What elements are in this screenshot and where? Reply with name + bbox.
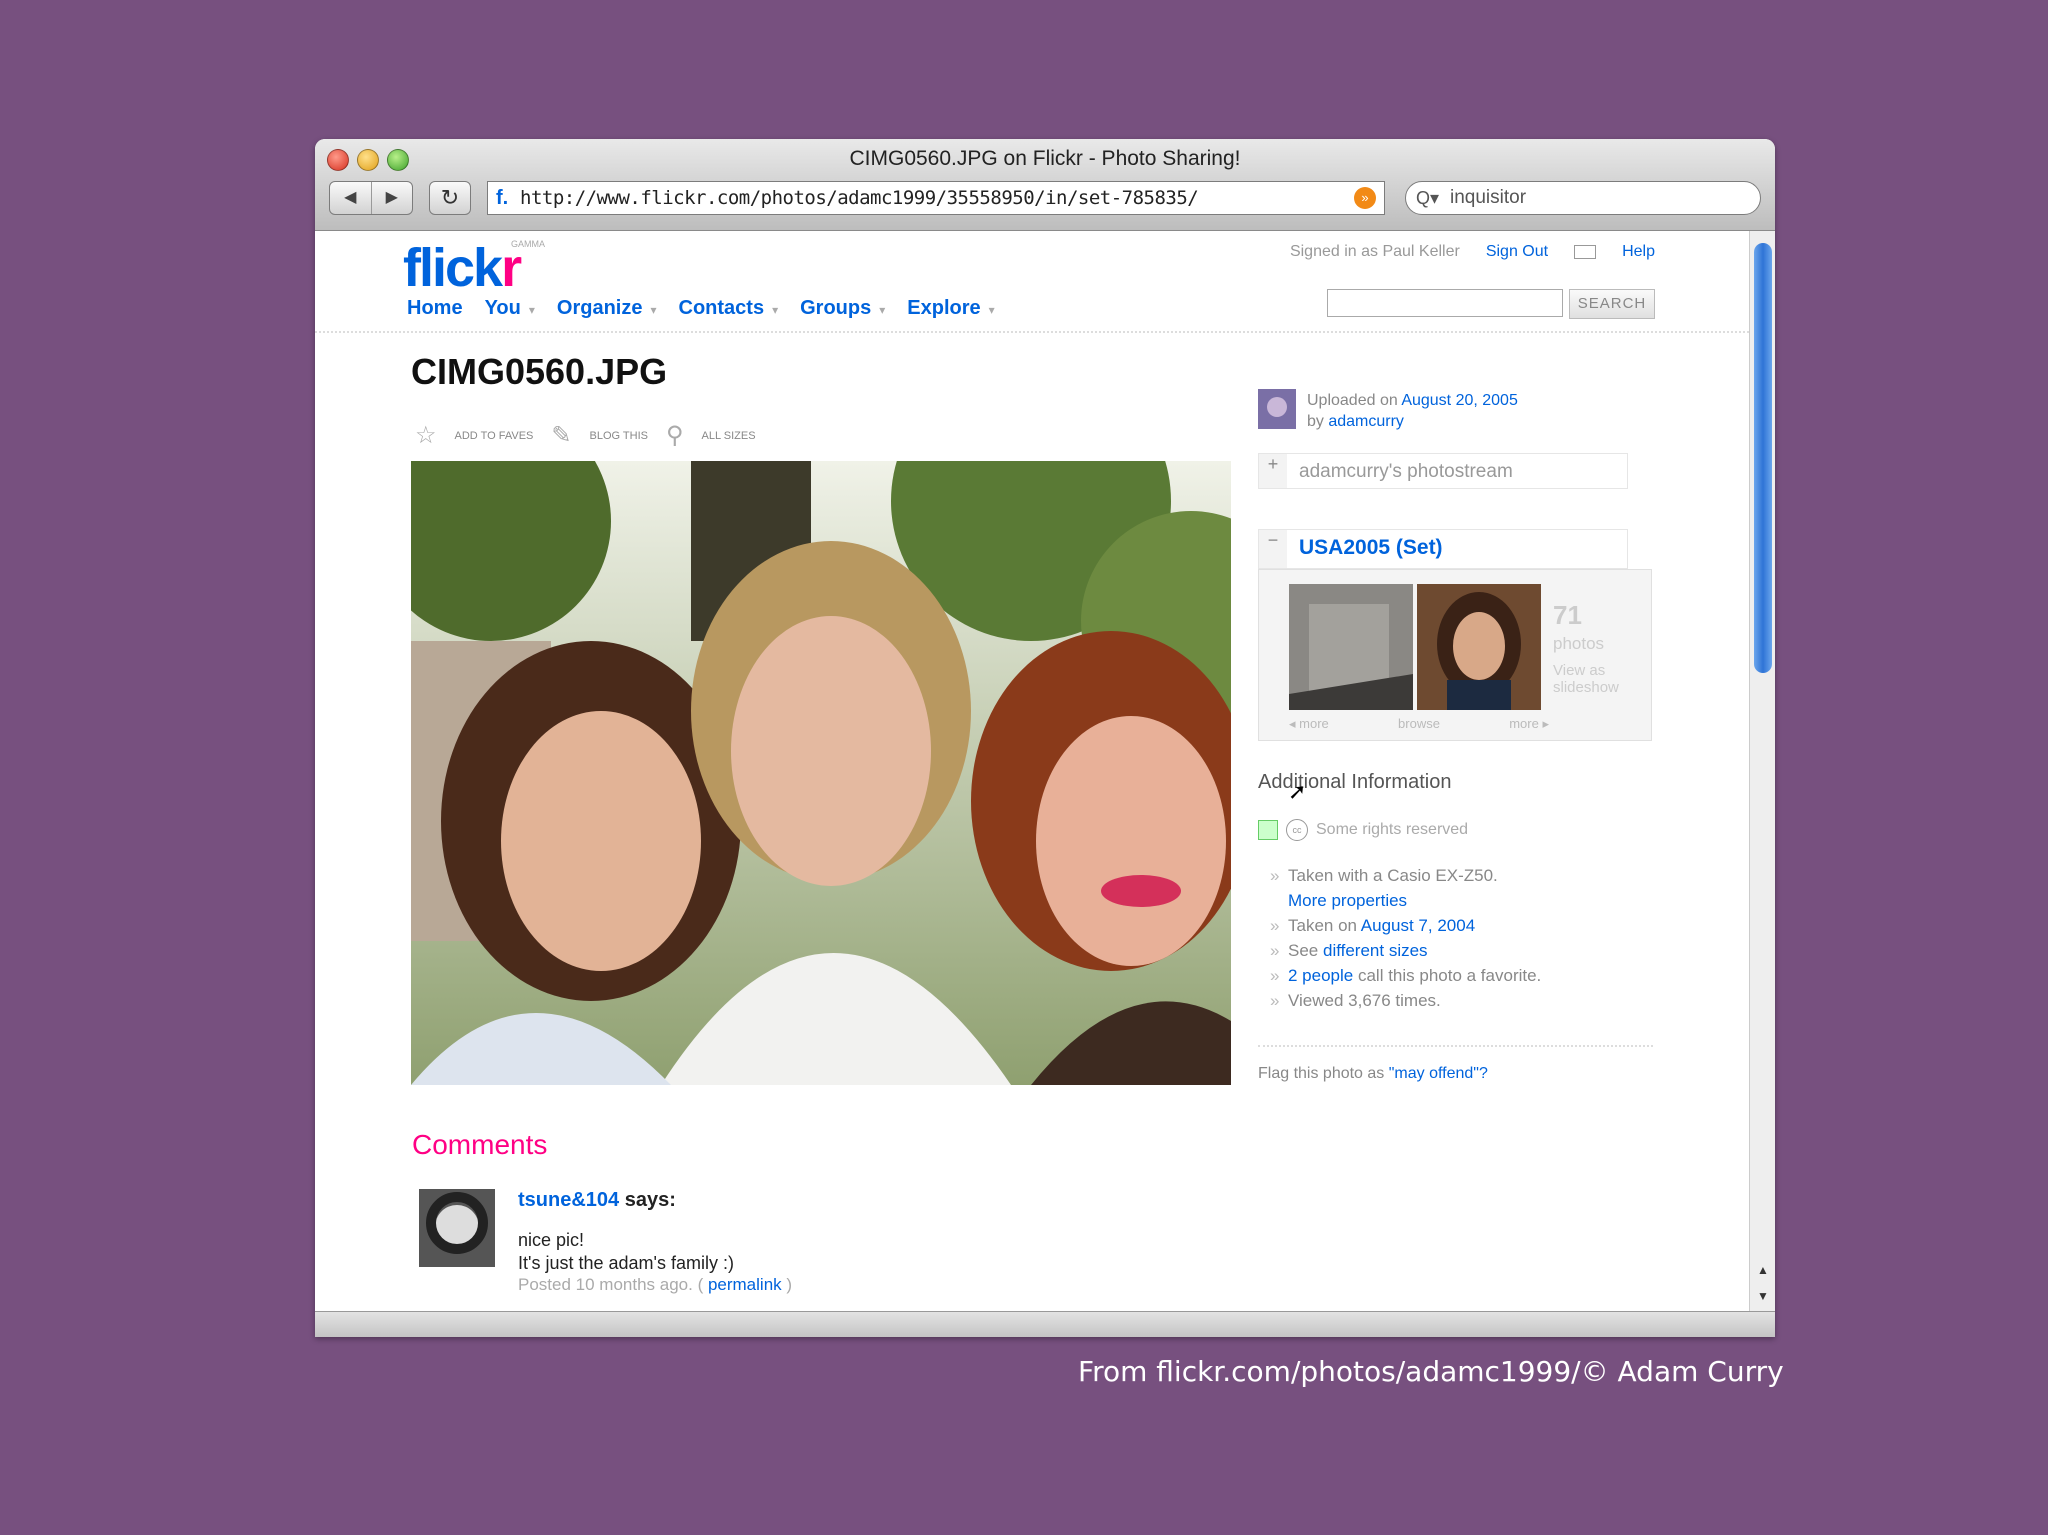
chevron-down-icon[interactable]: ▾	[989, 303, 995, 317]
browser-search-input[interactable]	[1450, 187, 1730, 209]
set-nav: ◂ more browse more ▸	[1289, 716, 1549, 732]
favicon-icon: f.	[496, 186, 509, 209]
photo-tools: ☆ ADD TO FAVES ✎ BLOG THIS ⚲ ALL SIZES	[415, 421, 756, 450]
set-thumb-prev[interactable]	[1289, 584, 1413, 710]
comments-heading: Comments	[412, 1129, 548, 1160]
different-sizes-link[interactable]: different sizes	[1323, 941, 1428, 960]
comment-body: nice pic! It's just the adam's family :)	[518, 1230, 734, 1273]
url-text[interactable]: http://www.flickr.com/photos/adamc1999/3…	[520, 187, 1354, 209]
flickr-logo[interactable]: flickr	[403, 237, 522, 299]
list-item: See different sizes	[1270, 938, 1541, 963]
window-title: CIMG0560.JPG on Flickr - Photo Sharing!	[849, 147, 1241, 170]
chevron-down-icon[interactable]: ▾	[529, 303, 535, 317]
photostream-label[interactable]: adamcurry's photostream	[1299, 461, 1513, 483]
page-content: flickr GAMMA Signed in as Paul Keller Si…	[315, 231, 1749, 1311]
nav-item-contacts[interactable]: Contacts ▾	[679, 297, 779, 320]
browser-window: CIMG0560.JPG on Flickr - Photo Sharing! …	[315, 139, 1775, 1337]
set-box[interactable]: − USA2005 (Set)	[1258, 529, 1628, 569]
list-item: 2 people call this photo a favorite.	[1270, 963, 1541, 988]
mail-icon[interactable]	[1574, 245, 1597, 259]
flag-line: Flag this photo as "may offend"?	[1258, 1065, 1488, 1082]
upload-info: Uploaded on August 20, 2005 by adamcurry	[1307, 392, 1518, 430]
logo-gamma-label: GAMMA	[511, 239, 546, 249]
mouse-cursor-icon: ➚	[1288, 779, 1307, 804]
sign-out-link[interactable]: Sign Out	[1486, 243, 1548, 261]
photostream-box[interactable]: + adamcurry's photostream	[1258, 453, 1628, 489]
taken-on-link[interactable]: August 7, 2004	[1361, 916, 1475, 935]
search-icon[interactable]: Q▾	[1416, 188, 1450, 209]
slide-caption: From flickr.com/photos/adamc1999/© Adam …	[1078, 1355, 1784, 1388]
nav-item-explore[interactable]: Explore ▾	[907, 297, 994, 320]
expand-icon[interactable]: +	[1259, 454, 1287, 488]
nav-item-home[interactable]: Home	[407, 297, 463, 320]
browser-search-field[interactable]: Q▾	[1405, 181, 1761, 215]
back-forward-buttons: ◀ ▶	[329, 181, 413, 215]
all-sizes-label[interactable]: ALL SIZES	[702, 430, 756, 442]
license-row: cc Some rights reserved	[1258, 819, 1468, 841]
nav-item-you[interactable]: You ▾	[485, 297, 535, 320]
blog-this-label[interactable]: BLOG THIS	[589, 430, 647, 442]
license-text[interactable]: Some rights reserved	[1316, 821, 1468, 839]
magnify-icon[interactable]: ⚲	[666, 421, 684, 450]
comment-meta: Posted 10 months ago. ( permalink )	[518, 1275, 793, 1294]
list-item: Taken with a Casio EX-Z50.	[1270, 863, 1541, 888]
list-item: Taken on August 7, 2004	[1270, 913, 1541, 938]
rss-icon[interactable]: »	[1354, 187, 1376, 209]
chevron-down-icon[interactable]: ▾	[772, 303, 778, 317]
uploader-avatar[interactable]	[1258, 389, 1296, 429]
site-search-input[interactable]	[1327, 289, 1563, 317]
commenter-avatar[interactable]	[419, 1189, 495, 1267]
browser-toolbar: CIMG0560.JPG on Flickr - Photo Sharing! …	[315, 139, 1775, 231]
scroll-up-icon[interactable]: ▲	[1750, 1257, 1775, 1283]
permalink-link[interactable]: permalink	[708, 1275, 782, 1294]
blog-icon[interactable]: ✎	[551, 421, 571, 450]
set-photo-count: 71	[1553, 600, 1582, 630]
help-link[interactable]: Help	[1622, 243, 1655, 261]
flag-link[interactable]: "may offend"?	[1389, 1065, 1488, 1082]
status-bar	[315, 1311, 1775, 1337]
scroll-down-icon[interactable]: ▼	[1750, 1283, 1775, 1309]
user-links: Signed in as Paul Keller Sign Out Help	[1290, 243, 1655, 261]
license-icon	[1258, 820, 1278, 840]
star-icon[interactable]: ☆	[415, 421, 437, 450]
uploader-link[interactable]: adamcurry	[1328, 413, 1404, 430]
info-list: Taken with a Casio EX-Z50. More properti…	[1270, 863, 1541, 1013]
sidebar-divider	[1258, 1045, 1653, 1047]
chevron-down-icon[interactable]: ▾	[650, 303, 656, 317]
chevron-down-icon[interactable]: ▾	[879, 303, 885, 317]
set-name-link[interactable]: USA2005 (Set)	[1299, 536, 1443, 560]
vertical-scrollbar[interactable]: ▲ ▼	[1749, 231, 1775, 1311]
collapse-icon[interactable]: −	[1259, 530, 1287, 568]
list-item: Viewed 3,676 times.	[1270, 988, 1541, 1013]
scrollbar-thumb[interactable]	[1754, 243, 1772, 673]
back-button[interactable]: ◀	[330, 182, 372, 214]
set-photos-label: photos	[1553, 634, 1605, 653]
header-divider	[315, 331, 1749, 333]
main-nav: Home You ▾ Organize ▾ Contacts ▾ Groups ▾ Ex…	[407, 297, 995, 320]
nav-item-organize[interactable]: Organize ▾	[557, 297, 657, 320]
upload-date-link[interactable]: August 20, 2005	[1401, 392, 1518, 409]
set-browse-link[interactable]: browse	[1398, 716, 1440, 732]
list-item: More properties	[1270, 888, 1541, 913]
signed-in-text: Signed in as Paul Keller	[1289, 243, 1460, 260]
more-properties-link[interactable]: More properties	[1288, 891, 1407, 910]
photo-title: CIMG0560.JPG	[411, 351, 668, 392]
set-prev-link[interactable]: ◂ more	[1289, 716, 1329, 732]
comment-author-link[interactable]: tsune&104	[518, 1189, 619, 1211]
nav-item-groups[interactable]: Groups ▾	[800, 297, 885, 320]
forward-button[interactable]: ▶	[372, 182, 413, 214]
main-photo[interactable]	[411, 461, 1231, 1085]
add-to-faves-label[interactable]: ADD TO FAVES	[455, 430, 534, 442]
address-bar[interactable]: f. http://www.flickr.com/photos/adamc199…	[487, 181, 1385, 215]
comment-author-line: tsune&104 says:	[518, 1189, 676, 1211]
set-preview-panel: 71 photos View as slideshow ◂ more brows…	[1258, 569, 1652, 741]
search-button[interactable]: SEARCH	[1569, 289, 1655, 319]
slideshow-link[interactable]: View as slideshow	[1553, 662, 1651, 696]
set-next-link[interactable]: more ▸	[1509, 716, 1549, 732]
fav-people-link[interactable]: 2 people	[1288, 966, 1353, 985]
reload-button[interactable]: ↻	[429, 181, 471, 215]
cc-icon: cc	[1286, 819, 1308, 841]
set-thumb-next[interactable]	[1417, 584, 1541, 710]
